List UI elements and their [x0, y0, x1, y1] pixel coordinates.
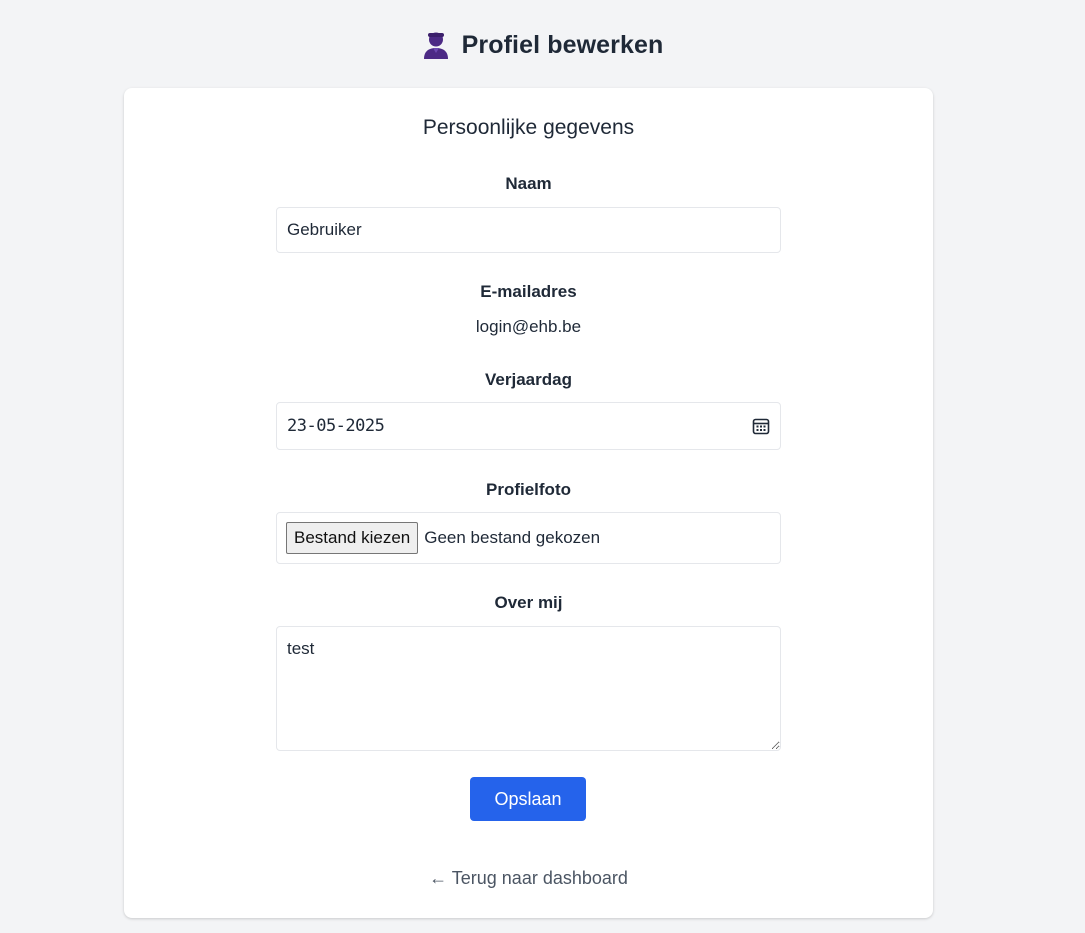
file-status: Geen bestand gekozen — [424, 528, 601, 547]
birthday-value: 23-05-2025 — [287, 416, 385, 436]
section-title: Persoonlijke gegevens — [422, 116, 635, 139]
back-to-dashboard-link[interactable]: ← Terug naar dashboard — [124, 868, 933, 889]
page-header: Profiel bewerken — [0, 26, 1085, 64]
page-title: Profiel bewerken — [461, 30, 664, 59]
photo-file-input[interactable]: Bestand kiezen Geen bestand gekozen — [276, 512, 781, 564]
user-icon — [423, 32, 448, 59]
about-textarea[interactable]: test — [276, 626, 781, 751]
email-value: login@ehb.be — [475, 317, 582, 336]
name-label: Naam — [505, 174, 552, 193]
birthday-input[interactable]: 23-05-2025 — [276, 402, 781, 450]
email-label: E-mailadres — [480, 282, 577, 301]
profile-card: Persoonlijke gegevens Naam E-mailadres l… — [124, 88, 933, 918]
birthday-label: Verjaardag — [485, 370, 572, 389]
calendar-icon[interactable] — [752, 417, 770, 435]
about-label: Over mij — [494, 593, 563, 612]
choose-file-button[interactable]: Bestand kiezen — [286, 522, 419, 554]
photo-label: Profielfoto — [486, 480, 571, 499]
back-link-text[interactable]: ← Terug naar dashboard — [429, 868, 628, 888]
name-input[interactable] — [276, 207, 781, 253]
save-button[interactable]: Opslaan — [470, 777, 586, 821]
